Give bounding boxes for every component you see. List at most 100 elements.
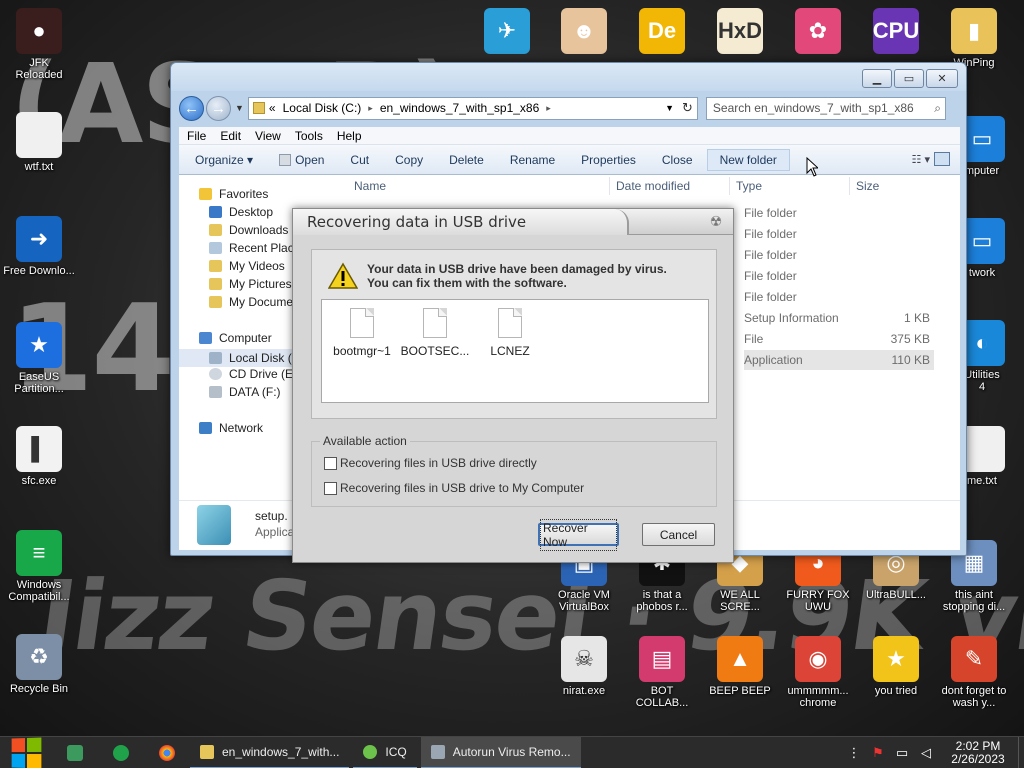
nav-downloads[interactable]: Downloads: [209, 223, 288, 237]
file-item[interactable]: BOOTSEC...: [395, 308, 475, 358]
menu-tools[interactable]: Tools: [295, 129, 331, 143]
desktop-shortcut[interactable]: ▮ WinPing: [938, 8, 1010, 69]
cut-button[interactable]: Cut: [350, 153, 369, 167]
nav-my-videos[interactable]: My Videos: [209, 259, 285, 273]
organize-button[interactable]: Organize ▾: [195, 153, 253, 167]
copy-button[interactable]: Copy: [395, 153, 423, 167]
pinned-chrome[interactable]: [144, 737, 190, 768]
task-explorer[interactable]: en_windows_7_with...: [190, 737, 350, 768]
desktop-shortcut[interactable]: ◉ ummmmm... chrome: [782, 636, 854, 709]
back-button[interactable]: ←: [179, 95, 204, 121]
desktop-shortcut[interactable]: ✎ dont forget to wash y...: [938, 636, 1010, 709]
flag-icon[interactable]: ⚑: [866, 745, 890, 761]
desktop-shortcut[interactable]: De: [626, 8, 698, 57]
desktop-shortcut[interactable]: ➜ Free Downlo...: [3, 216, 75, 277]
option-recover-directly[interactable]: Recovering files in USB drive directly: [324, 456, 537, 470]
file-row[interactable]: File folder: [744, 245, 934, 265]
search-icon[interactable]: ⌕: [934, 101, 941, 116]
column-size[interactable]: Size: [856, 175, 879, 197]
column-name[interactable]: Name: [354, 175, 386, 197]
recent-pages-dropdown[interactable]: ▼: [235, 103, 244, 113]
network-tray-icon[interactable]: ▭: [890, 745, 914, 761]
desktop-shortcut[interactable]: ★ you tried: [860, 636, 932, 697]
menu-help[interactable]: Help: [337, 129, 370, 143]
close-window-button[interactable]: ✕: [926, 69, 958, 88]
maximize-button[interactable]: ▭: [894, 69, 924, 88]
file-row[interactable]: File folder: [744, 266, 934, 286]
desktop-shortcut[interactable]: wtf.txt: [3, 112, 75, 173]
search-input[interactable]: Search en_windows_7_with_sp1_x86 ⌕: [705, 96, 946, 120]
menu-edit[interactable]: Edit: [220, 129, 249, 143]
task-autorun[interactable]: Autorun Virus Remo...: [420, 736, 581, 768]
dialog-titlebar[interactable]: Recovering data in USB drive ☢: [293, 209, 733, 235]
menu-view[interactable]: View: [255, 129, 289, 143]
clock[interactable]: 2:02 PM 2/26/2023: [938, 740, 1018, 766]
volume-icon[interactable]: ◁: [914, 745, 938, 761]
desktop-shortcut[interactable]: ▤ BOT COLLAB...: [626, 636, 698, 709]
rename-button[interactable]: Rename: [510, 153, 555, 167]
task-icq[interactable]: ICQ: [353, 737, 417, 768]
file-row[interactable]: File 375 KB: [744, 329, 934, 349]
preview-pane-icon[interactable]: [934, 152, 950, 166]
cancel-button[interactable]: Cancel: [642, 523, 715, 546]
address-dropdown-icon[interactable]: ▼: [665, 103, 674, 113]
refresh-icon[interactable]: ↻: [682, 100, 693, 116]
file-row[interactable]: Setup Information 1 KB: [744, 308, 934, 328]
address-bar[interactable]: « Local Disk (C:) ▸ en_windows_7_with_sp…: [247, 96, 698, 120]
breadcrumb-local-disk[interactable]: Local Disk (C:): [280, 101, 365, 115]
new-folder-button[interactable]: New folder: [706, 148, 790, 171]
checkbox-recover-to-computer[interactable]: [324, 481, 337, 495]
pinned-app-2[interactable]: [98, 737, 144, 768]
nav-recent-places[interactable]: Recent Plac: [209, 241, 294, 255]
breadcrumb-chevron-icon[interactable]: ▸: [368, 103, 373, 114]
show-desktop-button[interactable]: [1018, 737, 1024, 768]
column-date-modified[interactable]: Date modified: [616, 175, 690, 197]
nav-my-pictures[interactable]: My Pictures: [209, 277, 292, 291]
pinned-app-1[interactable]: [52, 737, 98, 768]
delete-button[interactable]: Delete: [449, 153, 484, 167]
desktop-shortcut[interactable]: ♻ Recycle Bin: [3, 634, 75, 695]
view-options-icon[interactable]: ☷ ▾: [912, 153, 930, 166]
desktop-shortcut[interactable]: ● JFK Reloaded: [3, 8, 75, 81]
desktop-shortcut[interactable]: ☻: [548, 8, 620, 57]
desktop-shortcut[interactable]: ≡ Windows Compatibil...: [3, 530, 75, 603]
desktop-shortcut[interactable]: ★ EaseUS Partition...: [3, 322, 75, 395]
close-button[interactable]: Close: [662, 153, 693, 167]
file-row[interactable]: File folder: [744, 224, 934, 244]
desktop-shortcut[interactable]: HxD: [704, 8, 776, 57]
breadcrumb-folder[interactable]: en_windows_7_with_sp1_x86: [377, 101, 542, 115]
file-row[interactable]: File folder: [744, 203, 934, 223]
menu-file[interactable]: File: [187, 129, 214, 143]
nav-data-drive[interactable]: DATA (F:): [209, 385, 281, 399]
explorer-titlebar[interactable]: ▁ ▭ ✕: [171, 63, 966, 91]
nav-cd-drive[interactable]: CD Drive (E: [209, 367, 293, 381]
nav-network[interactable]: Network: [199, 421, 263, 435]
forward-button[interactable]: →: [206, 95, 231, 121]
column-type[interactable]: Type: [736, 175, 762, 197]
desktop-shortcut[interactable]: ▲ BEEP BEEP: [704, 636, 776, 697]
nav-my-documents[interactable]: My Docume: [209, 295, 293, 309]
file-item[interactable]: bootmgr~1: [322, 308, 402, 358]
file-item[interactable]: LCNEZ: [470, 308, 550, 358]
desktop-shortcut[interactable]: ✈: [471, 8, 543, 57]
breadcrumb-chevron-icon[interactable]: ▸: [546, 103, 551, 114]
nav-favorites[interactable]: Favorites: [199, 187, 268, 201]
recovery-dialog[interactable]: Recovering data in USB drive ☢ Your data…: [292, 208, 734, 563]
open-button[interactable]: Open: [279, 153, 324, 167]
nav-desktop[interactable]: Desktop: [209, 205, 273, 219]
desktop-shortcut[interactable]: CPU: [860, 8, 932, 57]
checkbox-recover-directly[interactable]: [324, 456, 337, 470]
option-recover-to-computer[interactable]: Recovering files in USB drive to My Comp…: [324, 481, 584, 495]
properties-button[interactable]: Properties: [581, 153, 636, 167]
recover-now-button[interactable]: Recover Now: [538, 518, 619, 551]
desktop-shortcut[interactable]: ▌ sfc.exe: [3, 426, 75, 487]
minimize-button[interactable]: ▁: [862, 69, 892, 88]
start-button[interactable]: [0, 736, 52, 768]
file-row[interactable]: Application 110 KB: [744, 350, 934, 370]
nav-computer[interactable]: Computer: [199, 331, 272, 345]
address-overflow[interactable]: «: [269, 101, 276, 115]
desktop-shortcut[interactable]: ☠ nirat.exe: [548, 636, 620, 697]
file-row[interactable]: File folder: [744, 287, 934, 307]
desktop-shortcut[interactable]: ✿: [782, 8, 854, 57]
overflow-dots-icon[interactable]: ⋮: [842, 745, 866, 761]
